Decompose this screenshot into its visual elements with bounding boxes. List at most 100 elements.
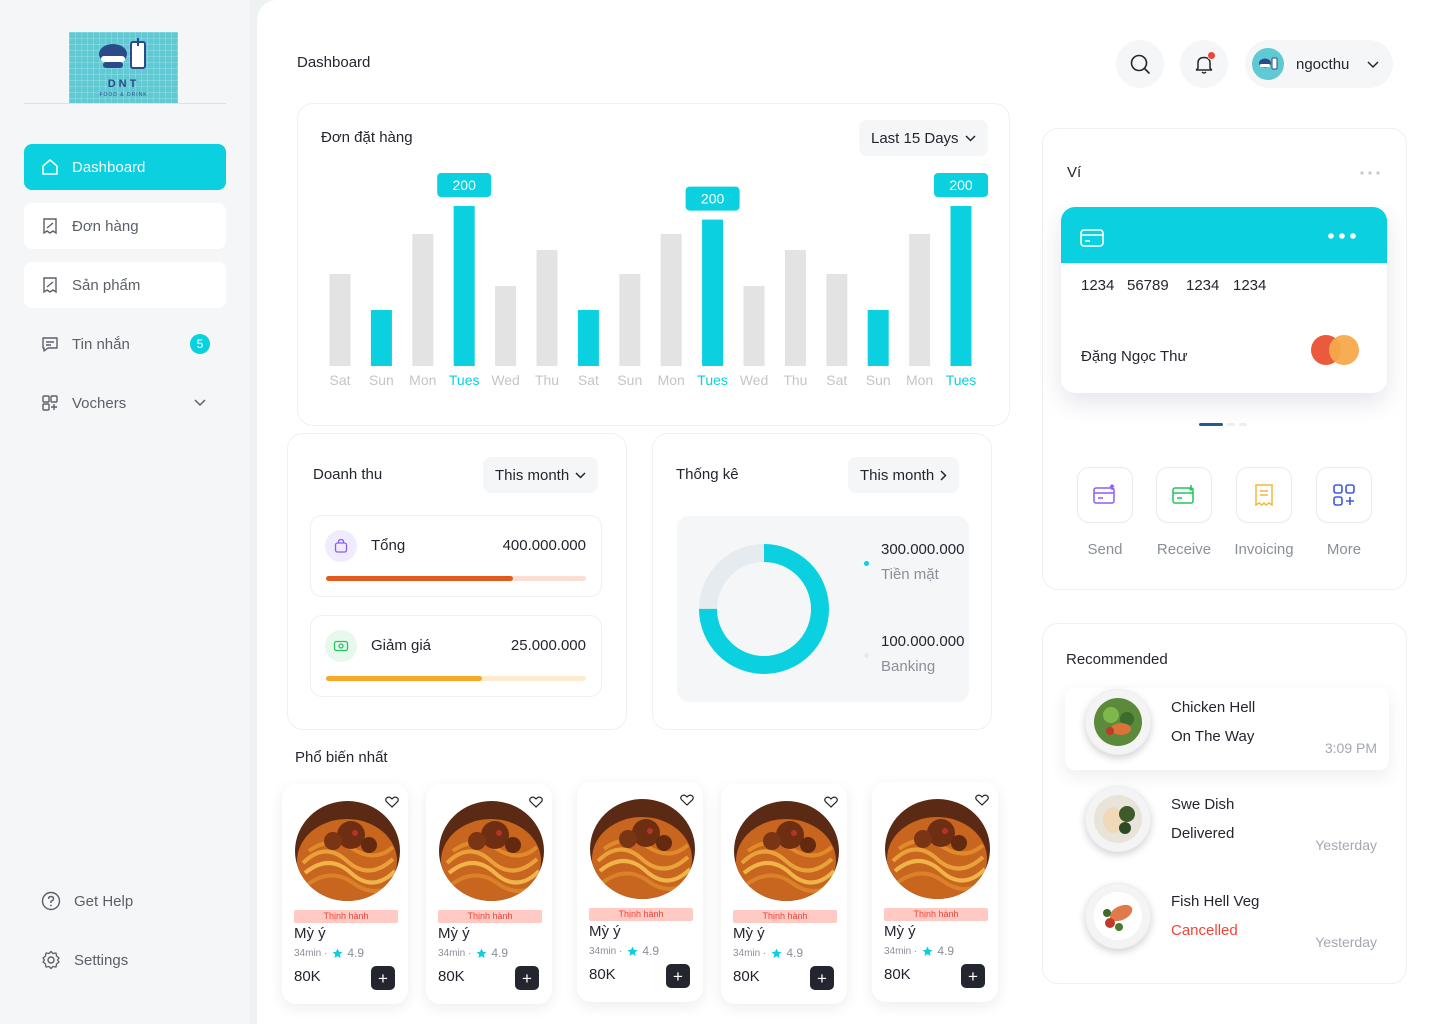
card-number-group: 1234 — [1186, 277, 1220, 294]
sidebar-item-vouchers[interactable]: Vochers — [24, 380, 226, 426]
wallet-card: Ví 1234 56789 1234 1234 Đặng Ngọc Thư Se… — [1042, 128, 1407, 590]
recommended-item[interactable]: Chicken Hell On The Way 3:09 PM — [1065, 688, 1389, 770]
heart-icon[interactable] — [824, 796, 838, 808]
revenue-total-row: Tổng 400.000.000 — [310, 515, 602, 597]
settings-link[interactable]: Settings — [40, 948, 128, 972]
brand-logo[interactable]: DNT FOOD & DRINK — [69, 32, 178, 104]
dish-image — [1085, 689, 1151, 755]
action-label: More — [1326, 541, 1362, 558]
food-image — [295, 801, 400, 901]
user-menu[interactable]: ngocthu — [1245, 40, 1393, 88]
chart-bar[interactable] — [329, 274, 351, 366]
chart-bar[interactable] — [950, 206, 972, 366]
card-number-group: 1234 — [1081, 277, 1115, 294]
sidebar-item-label: Sản phẩm — [72, 276, 141, 294]
chart-bar[interactable] — [743, 286, 765, 366]
sidebar-item-orders[interactable]: Đơn hàng — [24, 203, 226, 249]
recommended-item[interactable]: Swe Dish Delivered Yesterday — [1065, 785, 1389, 867]
heart-icon[interactable] — [529, 796, 543, 808]
trending-tag: Thịnh hành — [294, 910, 398, 923]
chart-bar[interactable] — [370, 310, 392, 366]
rating: 4.9 — [786, 946, 804, 960]
more-action[interactable]: More — [1316, 467, 1372, 558]
stats-chart-area: 300.000.000 Tiền mặt 100.000.000 Banking — [677, 516, 969, 702]
send-action[interactable]: Send — [1077, 467, 1133, 558]
chart-bar[interactable] — [909, 234, 931, 366]
heart-icon[interactable] — [680, 794, 694, 806]
action-label: Invoicing — [1234, 541, 1294, 558]
revenue-label: Tổng — [371, 537, 406, 554]
add-to-cart-button[interactable]: + — [961, 964, 985, 988]
dish-name: Fish Hell Veg — [1171, 893, 1260, 910]
receive-action[interactable]: Receive — [1156, 467, 1212, 558]
heart-icon[interactable] — [385, 796, 399, 808]
star-icon — [476, 948, 487, 958]
chart-bar[interactable] — [619, 274, 641, 366]
data-label: 200 — [949, 177, 973, 193]
revenue-progress-fill — [326, 576, 514, 581]
chevron-down-icon — [575, 471, 586, 479]
add-to-cart-button[interactable]: + — [810, 966, 834, 990]
search-button[interactable] — [1116, 40, 1164, 88]
food-card[interactable]: Thịnh hành Mỳ ý 34min · 4.9 80K + — [872, 782, 998, 1002]
notification-dot — [1207, 51, 1216, 60]
rating: 4.9 — [642, 944, 660, 958]
sidebar-item-messages[interactable]: Tin nhắn 5 — [24, 321, 226, 367]
chevron-down-icon — [1367, 56, 1379, 74]
recommended-card: Recommended Chicken Hell On The Way 3:09… — [1042, 623, 1407, 984]
food-card[interactable]: Thịnh hành Mỳ ý 34min · 4.9 80K + — [282, 784, 408, 1004]
chart-bar[interactable] — [577, 310, 599, 366]
revenue-label: Giảm giá — [371, 637, 432, 654]
user-name: ngocthu — [1296, 55, 1350, 73]
chart-bar[interactable] — [702, 219, 724, 366]
food-meta: 34min · 4.9 — [438, 946, 508, 960]
chevron-down-icon[interactable] — [190, 393, 210, 413]
get-help-link[interactable]: Get Help — [40, 889, 133, 913]
chart-bar[interactable] — [536, 250, 558, 366]
bank-card[interactable]: 1234 56789 1234 1234 Đặng Ngọc Thư — [1061, 207, 1387, 393]
chart-bar[interactable] — [453, 206, 475, 366]
action-label: Send — [1087, 541, 1123, 558]
chart-bar[interactable] — [867, 310, 889, 366]
carousel-dot[interactable] — [1239, 423, 1247, 426]
dish-image — [1085, 883, 1151, 949]
recommended-item[interactable]: Fish Hell Veg Cancelled Yesterday — [1065, 882, 1389, 964]
food-meta: 34min · 4.9 — [733, 946, 803, 960]
trending-tag: Thịnh hành — [733, 910, 837, 923]
chart-bar[interactable] — [660, 234, 682, 366]
revenue-card: Doanh thu This month Tổng 400.000.000 Gi… — [287, 433, 627, 730]
food-card[interactable]: Thịnh hành Mỳ ý 34min · 4.9 80K + — [426, 784, 552, 1004]
x-tick-label: Tues — [449, 372, 480, 388]
chart-bar[interactable] — [784, 250, 806, 366]
card-options-icon[interactable] — [1328, 233, 1356, 239]
notifications-button[interactable] — [1180, 40, 1228, 88]
sidebar-item-products[interactable]: Sản phẩm — [24, 262, 226, 308]
food-card[interactable]: Thịnh hành Mỳ ý 34min · 4.9 80K + — [721, 784, 847, 1004]
star-icon — [627, 946, 638, 956]
chart-bar[interactable] — [495, 286, 517, 366]
add-to-cart-button[interactable]: + — [371, 966, 395, 990]
bag-icon — [325, 530, 357, 562]
chart-bar[interactable] — [412, 234, 434, 366]
invoicing-action[interactable]: Invoicing — [1234, 467, 1294, 558]
add-to-cart-button[interactable]: + — [666, 964, 690, 988]
settings-icon — [40, 949, 62, 971]
revenue-period-dropdown[interactable]: This month — [483, 457, 599, 493]
carousel-dot-active[interactable] — [1199, 423, 1223, 426]
more-horizontal-icon[interactable] — [1360, 171, 1380, 175]
card-holder-name: Đặng Ngọc Thư — [1081, 348, 1188, 365]
revenue-value: 400.000.000 — [502, 537, 586, 554]
food-image — [734, 801, 839, 901]
send-icon — [1077, 467, 1133, 523]
heart-icon[interactable] — [975, 794, 989, 806]
food-card[interactable]: Thịnh hành Mỳ ý 34min · 4.9 80K + — [577, 782, 703, 1002]
card-number-group: 1234 — [1233, 277, 1267, 294]
stats-period-dropdown[interactable]: This month — [848, 457, 960, 493]
stats-title: Thống kê — [676, 466, 739, 483]
chart-bar[interactable] — [826, 274, 848, 366]
add-to-cart-button[interactable]: + — [515, 966, 539, 990]
x-tick-label: Sun — [617, 372, 642, 388]
sidebar-item-dashboard[interactable]: Dashboard — [24, 144, 226, 190]
carousel-dot[interactable] — [1227, 423, 1235, 426]
help-icon — [40, 890, 62, 912]
